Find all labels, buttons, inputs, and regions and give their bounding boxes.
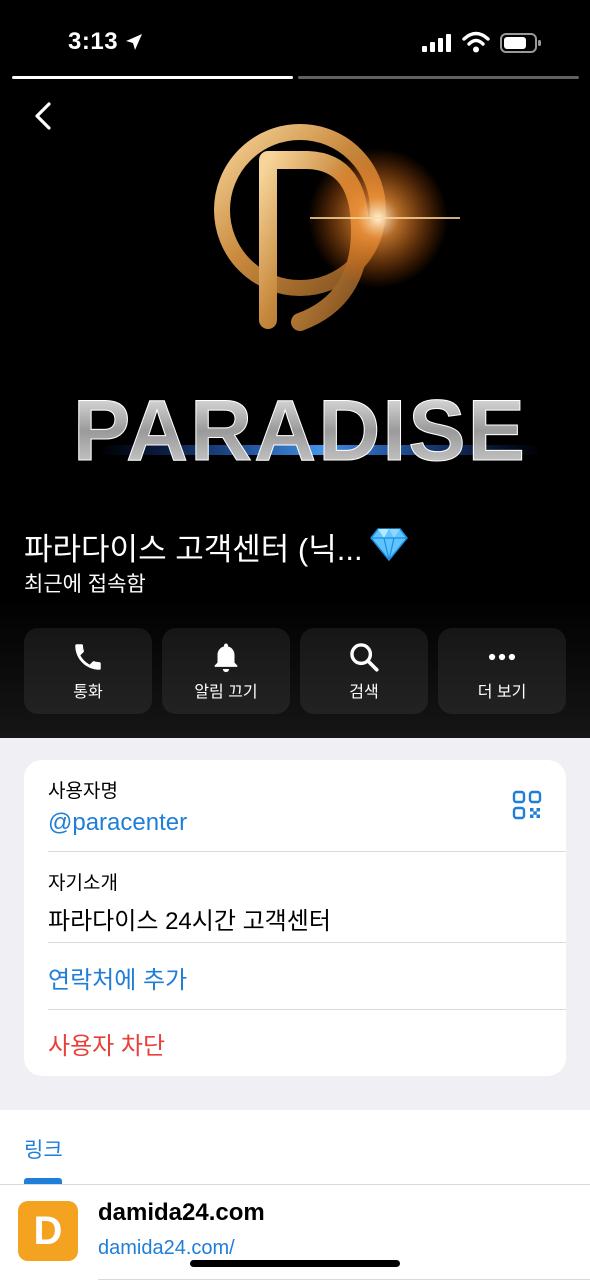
mute-button[interactable]: 알림 끄기 bbox=[162, 628, 290, 714]
phone-icon bbox=[75, 644, 101, 670]
bell-icon bbox=[214, 643, 238, 673]
bio-row: 자기소개 파라다이스 24시간 고객센터 bbox=[48, 868, 566, 936]
mute-label: 알림 끄기 bbox=[194, 684, 258, 701]
status-bar: 3:13 bbox=[0, 0, 590, 80]
block-user-row[interactable]: 사용자 차단 bbox=[48, 1026, 566, 1061]
link-url[interactable]: damida24.com/ bbox=[98, 1237, 235, 1260]
bio-value: 파라다이스 24시간 고객센터 bbox=[48, 908, 331, 935]
divider bbox=[48, 851, 566, 852]
call-button[interactable]: 통화 bbox=[24, 628, 152, 714]
logo-text: PARADISE bbox=[73, 383, 527, 479]
block-user-button[interactable]: 사용자 차단 bbox=[48, 1026, 566, 1061]
search-label: 검색 bbox=[349, 684, 379, 701]
story-progress-active bbox=[12, 76, 293, 79]
wifi-icon bbox=[462, 31, 490, 53]
call-label: 통화 bbox=[73, 684, 103, 701]
status-time: 3:13 bbox=[68, 28, 119, 55]
search-icon bbox=[350, 643, 379, 672]
username-label: 사용자명 bbox=[48, 781, 118, 802]
links-section: 링크 D damida24.com damida24.com/ bbox=[0, 1110, 590, 1280]
profile-screen: 3:13 PARADISE 파라다이스 고객센터 (닉... 최근에 접속함 통… bbox=[0, 0, 590, 1280]
username-row[interactable]: 사용자명 @paracenter bbox=[48, 776, 566, 837]
home-indicator bbox=[190, 1260, 400, 1267]
paradise-logo: PARADISE bbox=[72, 124, 540, 480]
link-title: damida24.com bbox=[98, 1199, 265, 1226]
add-contact-button[interactable]: 연락처에 추가 bbox=[48, 960, 566, 995]
divider bbox=[48, 942, 566, 943]
profile-header: 3:13 PARADISE 파라다이스 고객센터 (닉... 최근에 접속함 통… bbox=[0, 0, 590, 738]
link-avatar: D bbox=[18, 1201, 78, 1261]
cellular-signal-icon bbox=[422, 34, 451, 52]
more-label: 더 보기 bbox=[477, 684, 527, 701]
profile-name: 파라다이스 고객센터 (닉... bbox=[24, 532, 363, 567]
bio-label: 자기소개 bbox=[48, 873, 118, 894]
add-contact-row[interactable]: 연락처에 추가 bbox=[48, 960, 566, 995]
action-buttons: 통화 알림 끄기 검색 더 보기 bbox=[24, 628, 566, 714]
story-progress-inactive bbox=[298, 76, 579, 79]
search-button[interactable]: 검색 bbox=[300, 628, 428, 714]
divider bbox=[48, 1009, 566, 1010]
more-button[interactable]: 더 보기 bbox=[438, 628, 566, 714]
profile-info-card: 사용자명 @paracenter 자기소개 파라다이스 24시간 고객센터 연락… bbox=[24, 760, 566, 1076]
back-button[interactable] bbox=[24, 96, 64, 136]
qr-code-icon[interactable] bbox=[512, 790, 542, 820]
battery-icon bbox=[500, 33, 541, 53]
location-arrow-icon bbox=[126, 34, 142, 50]
username-value[interactable]: @paracenter bbox=[48, 809, 566, 837]
tab-links[interactable]: 링크 bbox=[24, 1134, 63, 1164]
diamond-icon bbox=[370, 528, 408, 561]
last-seen-status: 최근에 접속함 bbox=[24, 573, 146, 596]
more-icon bbox=[488, 653, 516, 661]
